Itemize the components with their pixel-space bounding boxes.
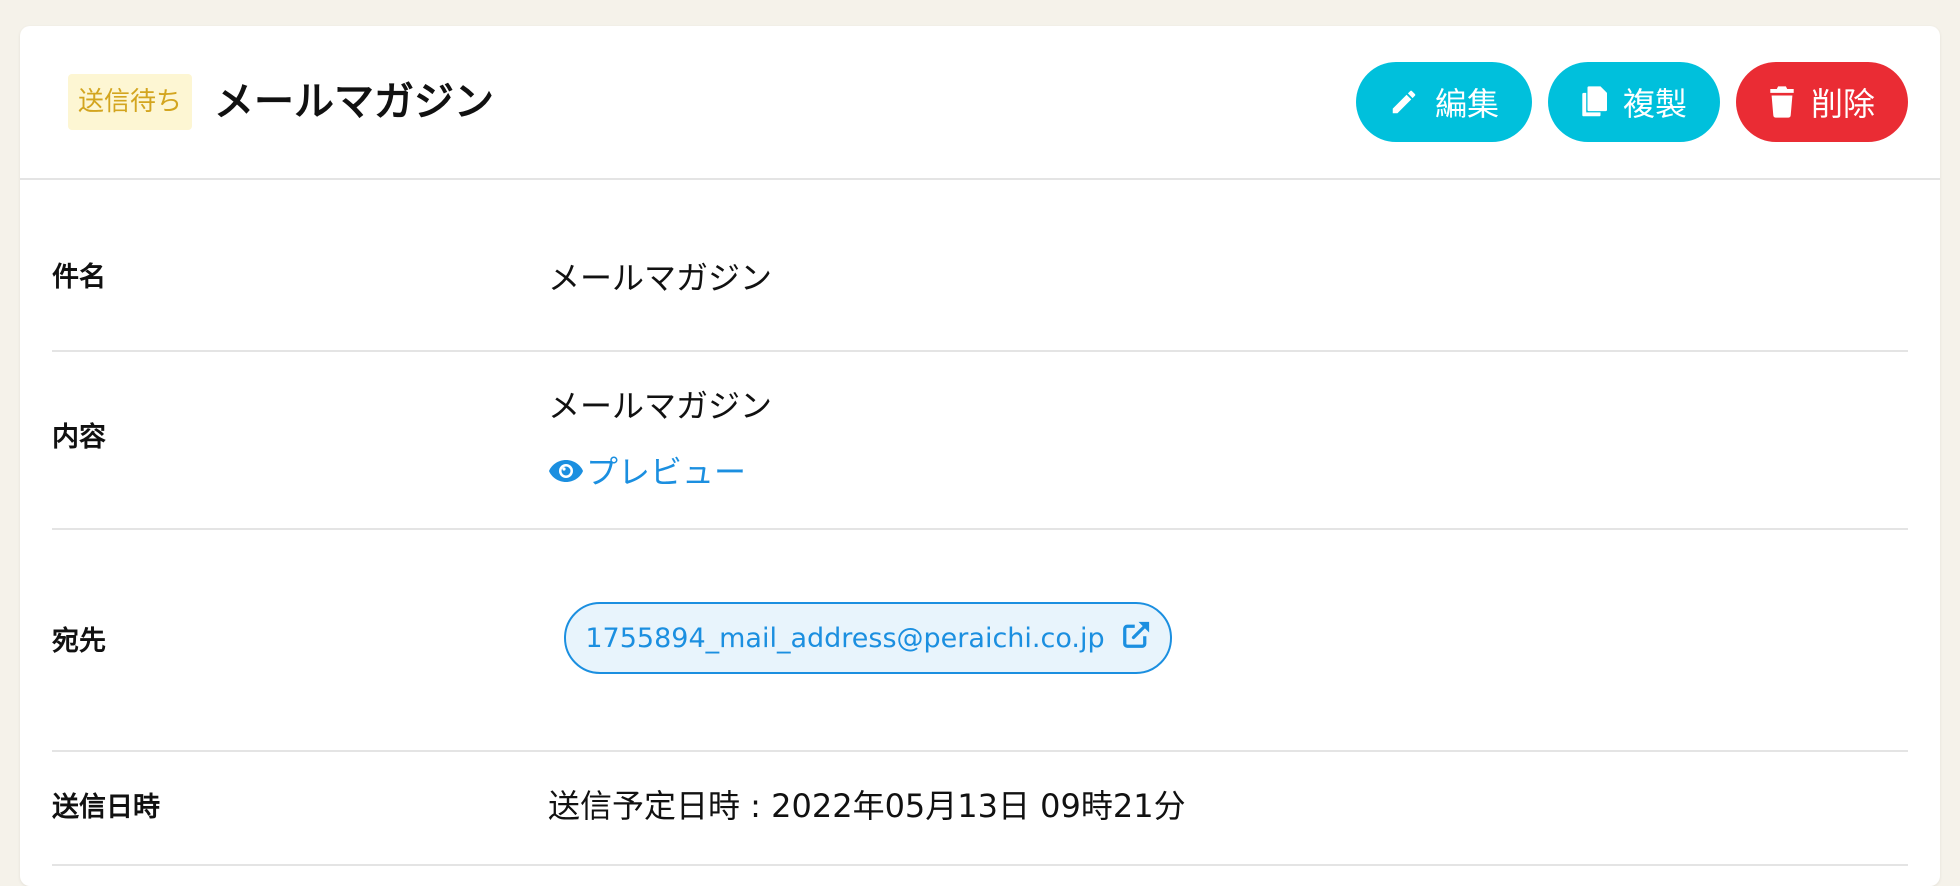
send-datetime-label: 送信日時 — [52, 792, 160, 823]
preview-link[interactable]: プレビュー — [548, 448, 746, 496]
edit-button-label: 編集 — [1434, 85, 1499, 123]
trash-icon — [1769, 86, 1795, 118]
delete-button-label: 削除 — [1810, 85, 1875, 123]
card-header: 送信待ち メールマガジン 編集 複製 削除 — [20, 26, 1940, 180]
page-title: メールマガジン — [214, 79, 494, 125]
eye-icon — [548, 448, 584, 496]
content-row: 内容 メールマガジン プレビュー — [52, 352, 1908, 530]
delete-button[interactable]: 削除 — [1736, 62, 1908, 142]
copy-icon — [1581, 86, 1607, 118]
pencil-icon — [1389, 87, 1419, 117]
subject-row: 件名 メールマガジン — [52, 206, 1908, 352]
external-link-icon — [1121, 620, 1151, 657]
send-datetime-value: 送信予定日時 : 2022年05月13日 09時21分 — [548, 787, 1186, 825]
mail-detail-card: 送信待ち メールマガジン 編集 複製 削除 件名 メールマガジン 内容 メールマ… — [20, 26, 1940, 886]
edit-button[interactable]: 編集 — [1356, 62, 1532, 142]
copy-button-label: 複製 — [1622, 85, 1687, 123]
send-datetime-row: 送信日時 送信予定日時 : 2022年05月13日 09時21分 — [52, 752, 1908, 866]
subject-value: メールマガジン — [548, 259, 773, 297]
destination-email: 1755894_mail_address@peraichi.co.jp — [585, 622, 1105, 654]
preview-link-label: プレビュー — [586, 453, 747, 491]
destination-label: 宛先 — [52, 626, 106, 657]
copy-button[interactable]: 複製 — [1548, 62, 1720, 142]
content-label: 内容 — [52, 422, 106, 453]
destination-email-chip[interactable]: 1755894_mail_address@peraichi.co.jp — [564, 602, 1172, 674]
content-value: メールマガジン — [548, 387, 773, 425]
status-badge: 送信待ち — [68, 74, 193, 130]
destination-row: 宛先 1755894_mail_address@peraichi.co.jp — [52, 530, 1908, 752]
subject-label: 件名 — [52, 262, 106, 293]
